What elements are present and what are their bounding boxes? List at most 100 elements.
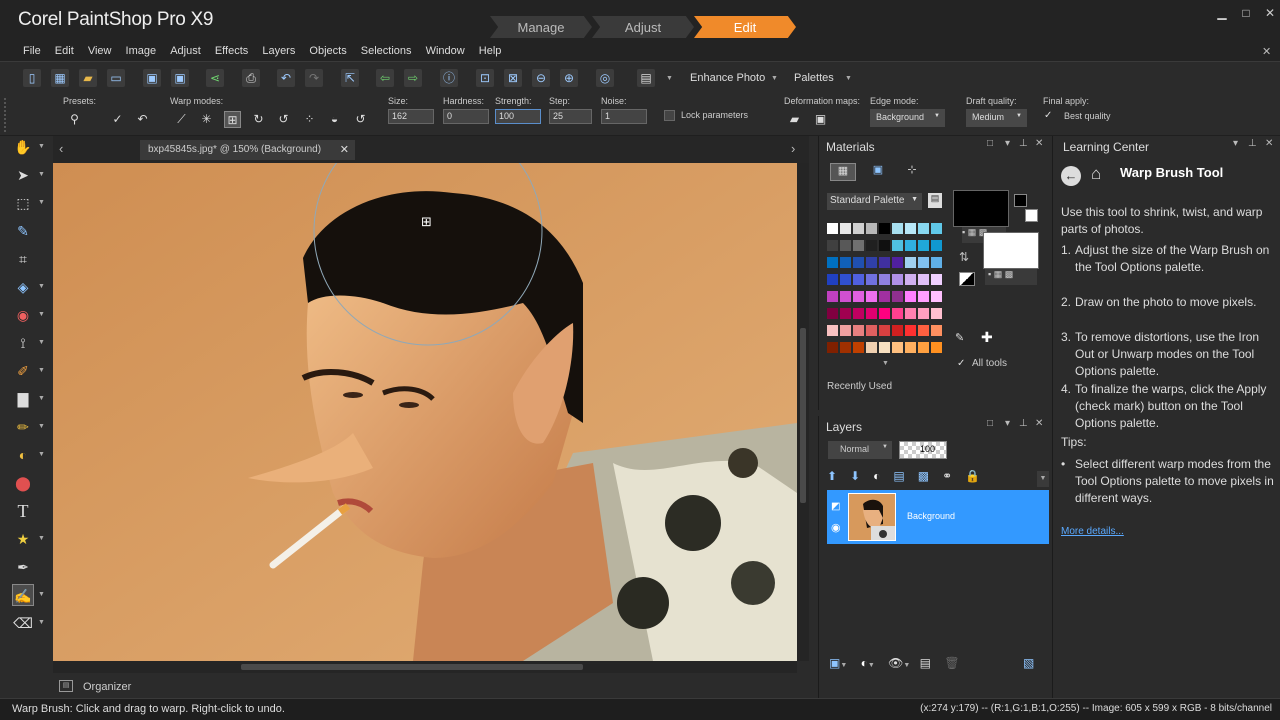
twirl-right-icon[interactable]: ↻ <box>250 111 267 128</box>
clipboard-icon[interactable]: ▤ <box>637 69 655 87</box>
organizer-icon[interactable]: ▤ <box>59 680 73 692</box>
straighten-tool-icon[interactable]: ◈ <box>12 276 34 298</box>
pin-icon[interactable]: ⊥ <box>1248 138 1257 149</box>
chevron-down-icon[interactable]: ▼ <box>38 311 45 318</box>
save-map-icon[interactable]: ▣ <box>812 111 829 128</box>
push-mode-icon[interactable]: ⟋ <box>173 111 190 128</box>
chevron-down-icon[interactable]: ▼ <box>868 662 875 669</box>
zoom-in-icon[interactable]: ⊕ <box>560 69 578 87</box>
chevron-down-icon[interactable]: ▼ <box>38 535 45 542</box>
dodge-tool-icon[interactable]: ◐ <box>12 444 34 466</box>
color-swatch[interactable] <box>827 325 838 336</box>
menu-close-icon[interactable]: ✕ <box>1262 45 1271 58</box>
chevron-down-icon[interactable]: ▼ <box>882 360 889 367</box>
chevron-down-icon[interactable]: ▾ <box>1005 418 1010 429</box>
color-swatch[interactable] <box>918 291 929 302</box>
menu-image[interactable]: Image <box>121 42 162 60</box>
chevron-down-icon[interactable]: ▼ <box>38 199 45 206</box>
color-swatch[interactable] <box>827 240 838 251</box>
undo-icon[interactable]: ↶ <box>277 69 295 87</box>
color-swatch[interactable] <box>840 291 851 302</box>
document-tab[interactable]: bxp45845s.jpg* @ 150% (Background) ✕ <box>140 140 355 160</box>
layer-menu-icon[interactable]: ▼ <box>1037 471 1049 487</box>
color-swatch[interactable] <box>918 240 929 251</box>
layer-tag-icon[interactable]: ◩ <box>831 501 840 512</box>
pen-tool-icon[interactable]: ✒ <box>12 556 34 578</box>
color-swatch[interactable] <box>905 223 916 234</box>
expand-mode-icon[interactable]: ✳ <box>198 111 215 128</box>
chevron-down-icon[interactable]: ▼ <box>38 283 45 290</box>
color-swatch[interactable] <box>827 223 838 234</box>
color-swatch[interactable] <box>905 325 916 336</box>
color-swatch[interactable] <box>840 240 851 251</box>
step-input[interactable]: 25 <box>549 109 592 124</box>
palette-select[interactable]: Standard Palette ▼ <box>827 193 922 210</box>
red-eye-tool-icon[interactable]: ◉ <box>12 304 34 326</box>
noise-mode-icon[interactable]: ⁘ <box>301 111 318 128</box>
color-swatch[interactable] <box>866 325 877 336</box>
mini-background-swatch[interactable] <box>1025 209 1038 222</box>
fit-window-icon[interactable]: ⊠ <box>504 69 522 87</box>
color-swatch[interactable] <box>931 257 942 268</box>
color-swatch[interactable] <box>827 257 838 268</box>
menu-edit[interactable]: Edit <box>50 42 79 60</box>
color-swatch[interactable] <box>866 257 877 268</box>
preset-shape-icon[interactable]: ★ <box>12 528 34 550</box>
color-swatch[interactable] <box>918 257 929 268</box>
color-swatch[interactable] <box>892 274 903 285</box>
actual-size-icon[interactable]: ⊡ <box>476 69 494 87</box>
eraser-tool-icon[interactable]: ⌫ <box>12 612 34 634</box>
add-swatch-icon[interactable]: ✚ <box>981 329 995 345</box>
color-swatch[interactable] <box>931 308 942 319</box>
visibility-eye-icon[interactable]: ◉ <box>831 521 841 534</box>
close-icon[interactable]: ✕ <box>1262 6 1278 22</box>
color-swatch[interactable] <box>905 342 916 353</box>
chevron-down-icon[interactable]: ▼ <box>903 662 910 669</box>
layer-properties-icon[interactable]: ▧ <box>1023 656 1034 670</box>
color-swatch[interactable] <box>931 291 942 302</box>
color-swatch[interactable] <box>840 257 851 268</box>
edge-mode-select[interactable]: Background ▼ <box>870 109 945 127</box>
close-icon[interactable]: ✕ <box>340 143 349 156</box>
back-arrow-icon[interactable]: ← <box>1061 166 1081 186</box>
color-swatch[interactable] <box>892 325 903 336</box>
enhance-photo-button[interactable]: Enhance Photo <box>690 72 765 84</box>
new-layer-icon[interactable]: ⬆ <box>827 469 850 483</box>
paint-brush-icon[interactable]: ✐ <box>12 360 34 382</box>
color-swatch[interactable] <box>827 291 838 302</box>
color-swatch[interactable] <box>879 274 890 285</box>
dropper-icon[interactable]: ✎ <box>955 331 969 345</box>
color-swatch[interactable] <box>892 223 903 234</box>
print-icon[interactable]: ⎙ <box>242 69 260 87</box>
chevron-down-icon[interactable]: ▼ <box>771 75 778 82</box>
color-swatch[interactable] <box>918 342 929 353</box>
tab-manage[interactable]: Manage <box>490 16 592 38</box>
color-swatch[interactable] <box>866 223 877 234</box>
mask-icon[interactable]: ◐ <box>873 469 893 483</box>
color-swatch[interactable] <box>879 257 890 268</box>
text-tool-icon[interactable]: T <box>12 500 34 522</box>
color-swatch[interactable] <box>827 342 838 353</box>
color-swatch[interactable] <box>905 291 916 302</box>
tab-edit[interactable]: Edit <box>694 16 796 38</box>
color-swatch[interactable] <box>892 257 903 268</box>
background-color-swatch[interactable] <box>983 232 1039 269</box>
chevron-down-icon[interactable]: ▾ <box>1005 138 1010 149</box>
chevron-down-icon[interactable]: ▼ <box>38 143 45 150</box>
close-icon[interactable]: ✕ <box>1265 138 1273 149</box>
swatches-tab-icon[interactable]: ▦ <box>830 163 856 181</box>
color-swatch[interactable] <box>931 240 942 251</box>
grid-icon[interactable]: ▦ <box>51 69 69 87</box>
zoom-out-icon[interactable]: ⊖ <box>532 69 550 87</box>
color-swatch[interactable] <box>827 308 838 319</box>
horizontal-scroll-thumb[interactable] <box>241 664 583 670</box>
color-swatch[interactable] <box>918 308 929 319</box>
color-swatch[interactable] <box>931 223 942 234</box>
gradient-tab-icon[interactable]: ▣ <box>865 163 891 181</box>
color-swatch[interactable] <box>866 274 877 285</box>
color-swatch[interactable] <box>879 223 890 234</box>
color-swatch[interactable] <box>918 274 929 285</box>
horizontal-scrollbar[interactable] <box>53 661 797 673</box>
pick-tool-icon[interactable]: ➤ <box>12 164 34 186</box>
chevron-down-icon[interactable]: ▼ <box>38 423 45 430</box>
